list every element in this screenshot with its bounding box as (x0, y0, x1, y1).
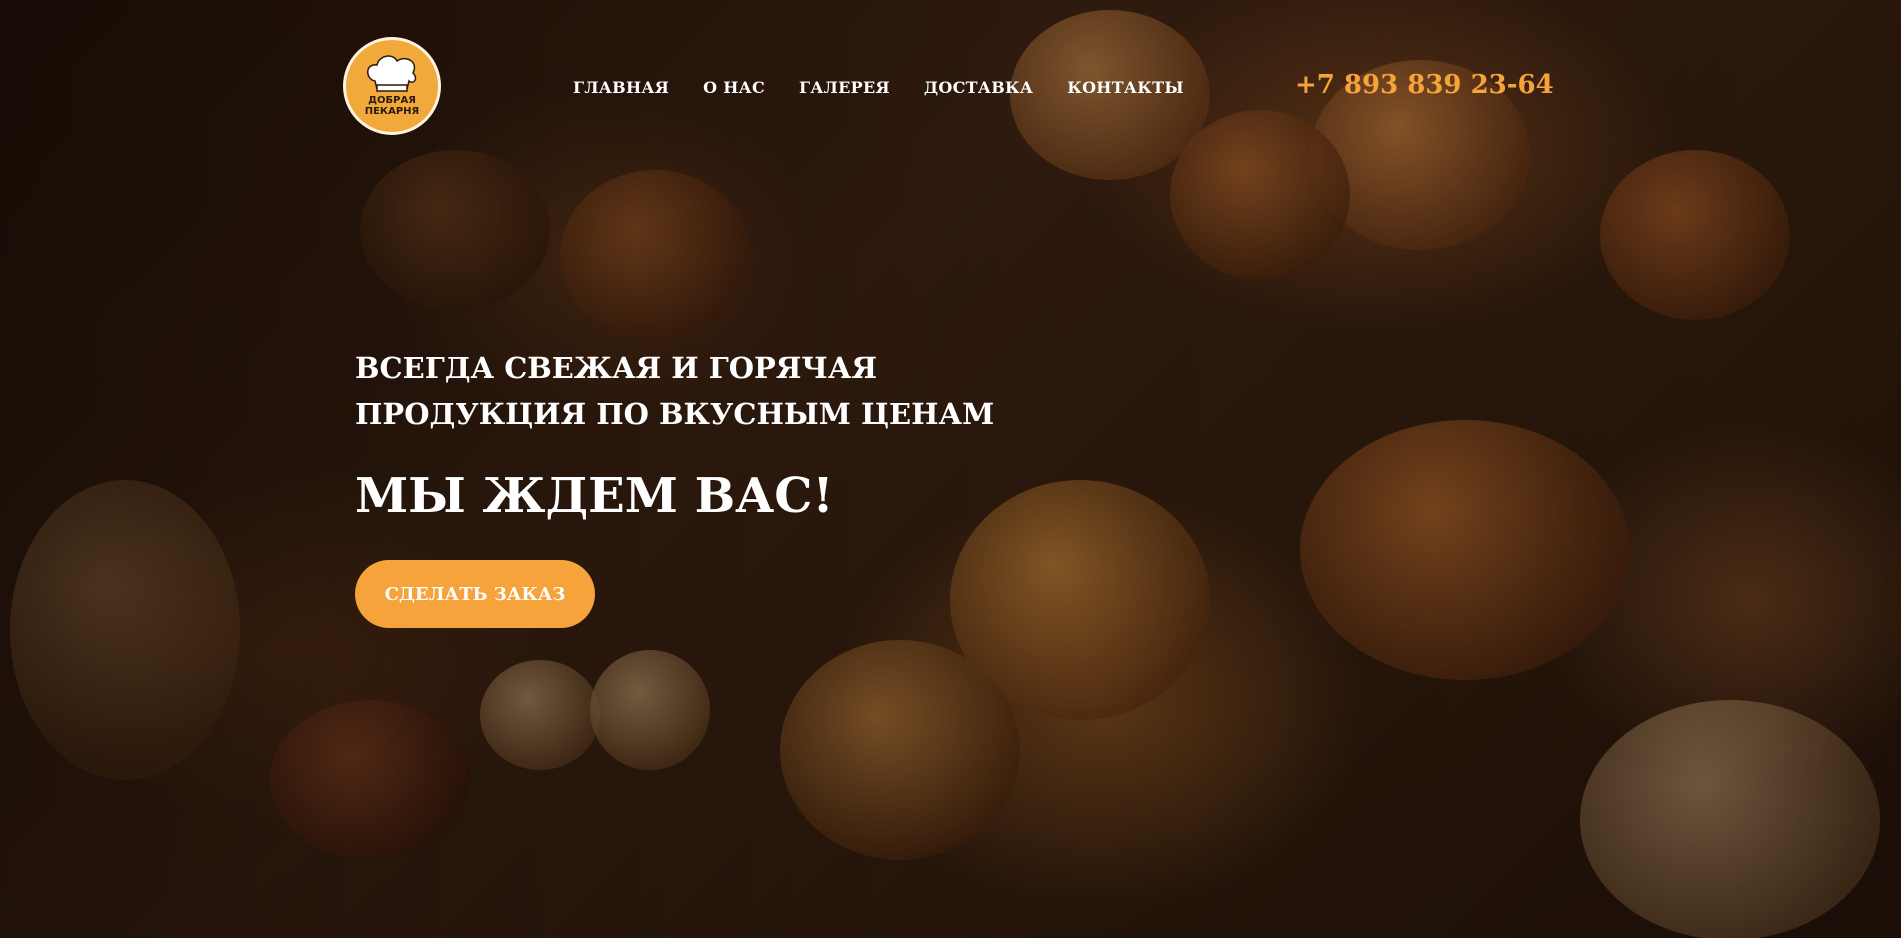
logo[interactable]: Добрая Пекарня (343, 37, 441, 135)
logo-text-line1: Добрая (368, 95, 416, 106)
tagline-line2: ПРОДУКЦИЯ ПО ВКУСНЫМ ЦЕНАМ (355, 397, 995, 431)
hero-background (0, 0, 1901, 938)
nav-item-about[interactable]: О НАС (703, 78, 765, 97)
order-button[interactable]: СДЕЛАТЬ ЗАКАЗ (355, 560, 595, 628)
phone-number[interactable]: +7 893 839 23-64 (1295, 70, 1554, 100)
logo-text-line2: Пекарня (364, 106, 420, 117)
main-nav: ГЛАВНАЯ О НАС ГАЛЕРЕЯ ДОСТАВКА КОНТАКТЫ (573, 78, 1184, 97)
tagline-line1: ВСЕГДА СВЕЖАЯ И ГОРЯЧАЯ (355, 351, 878, 385)
hero-headline: МЫ ЖДЕМ ВАС! (355, 468, 834, 524)
hero-tagline: ВСЕГДА СВЕЖАЯ И ГОРЯЧАЯ ПРОДУКЦИЯ ПО ВКУ… (355, 345, 994, 437)
nav-item-gallery[interactable]: ГАЛЕРЕЯ (799, 78, 890, 97)
nav-item-contacts[interactable]: КОНТАКТЫ (1067, 78, 1184, 97)
chef-hat-icon (367, 55, 417, 92)
nav-item-home[interactable]: ГЛАВНАЯ (573, 78, 669, 97)
nav-item-delivery[interactable]: ДОСТАВКА (924, 78, 1033, 97)
